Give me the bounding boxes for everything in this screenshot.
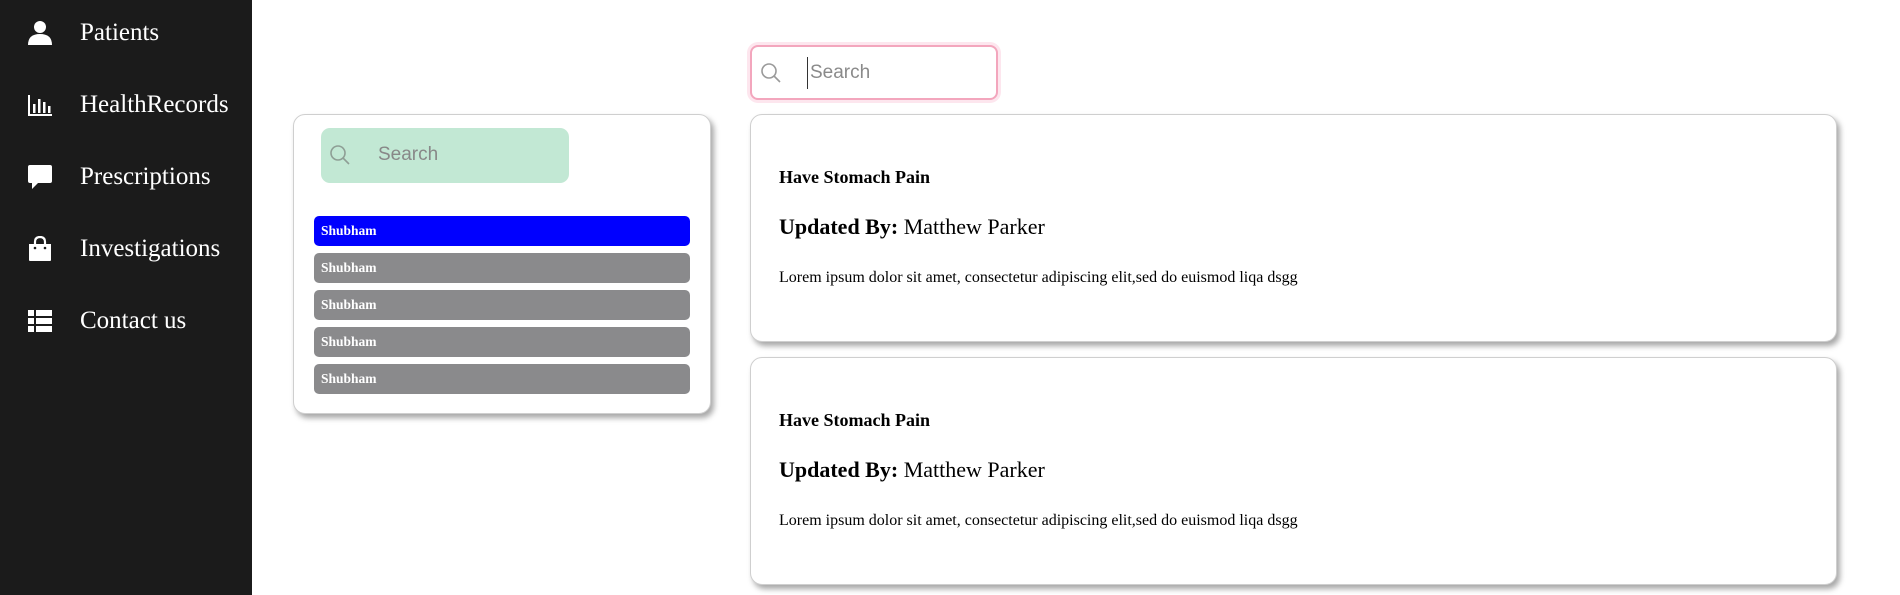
search-icon bbox=[329, 144, 351, 166]
sidebar-item-label: Prescriptions bbox=[80, 163, 211, 190]
patient-list: Shubham Shubham Shubham Shubham Shubham bbox=[314, 216, 690, 401]
updated-by-name: Matthew Parker bbox=[903, 214, 1045, 239]
patient-list-item[interactable]: Shubham bbox=[314, 327, 690, 357]
patient-list-item[interactable]: Shubham bbox=[314, 253, 690, 283]
sidebar-item-patients[interactable]: Patients bbox=[0, 13, 252, 53]
patient-search-box bbox=[321, 128, 569, 183]
sidebar-item-contact-us[interactable]: Contact us bbox=[0, 301, 252, 341]
search-icon bbox=[760, 62, 782, 84]
record-updated-by: Updated By: Matthew Parker bbox=[779, 214, 1045, 240]
sidebar-item-label: HealthRecords bbox=[80, 91, 229, 118]
record-card[interactable]: Have Stomach Pain Updated By: Matthew Pa… bbox=[750, 114, 1837, 342]
patient-list-item[interactable]: Shubham bbox=[314, 216, 690, 246]
chat-bubble-icon bbox=[26, 163, 54, 191]
sidebar-item-label: Contact us bbox=[80, 307, 187, 334]
record-updated-by: Updated By: Matthew Parker bbox=[779, 457, 1045, 483]
record-description: Lorem ipsum dolor sit amet, consectetur … bbox=[779, 512, 1298, 529]
record-search-input[interactable] bbox=[807, 57, 987, 89]
record-title: Have Stomach Pain bbox=[779, 167, 930, 187]
table-list-icon bbox=[26, 307, 54, 335]
updated-by-name: Matthew Parker bbox=[903, 457, 1045, 482]
record-description: Lorem ipsum dolor sit amet, consectetur … bbox=[779, 269, 1298, 286]
sidebar: Patients HealthRecords Prescriptions Inv… bbox=[0, 0, 252, 595]
sidebar-item-healthrecords[interactable]: HealthRecords bbox=[0, 85, 252, 125]
sidebar-item-label: Patients bbox=[80, 19, 160, 46]
sidebar-item-label: Investigations bbox=[80, 235, 221, 262]
sidebar-item-prescriptions[interactable]: Prescriptions bbox=[0, 157, 252, 197]
patient-list-panel: Shubham Shubham Shubham Shubham Shubham bbox=[293, 114, 711, 414]
sidebar-item-investigations[interactable]: Investigations bbox=[0, 229, 252, 269]
user-icon bbox=[26, 19, 54, 47]
bar-chart-icon bbox=[26, 91, 54, 119]
shopping-bag-icon bbox=[26, 235, 54, 263]
patient-list-item[interactable]: Shubham bbox=[314, 364, 690, 394]
patient-search-input[interactable] bbox=[376, 139, 556, 171]
updated-by-label: Updated By: bbox=[779, 457, 899, 482]
patient-list-item[interactable]: Shubham bbox=[314, 290, 690, 320]
record-card[interactable]: Have Stomach Pain Updated By: Matthew Pa… bbox=[750, 357, 1837, 585]
updated-by-label: Updated By: bbox=[779, 214, 899, 239]
record-search-box bbox=[750, 45, 998, 100]
record-title: Have Stomach Pain bbox=[779, 410, 930, 430]
